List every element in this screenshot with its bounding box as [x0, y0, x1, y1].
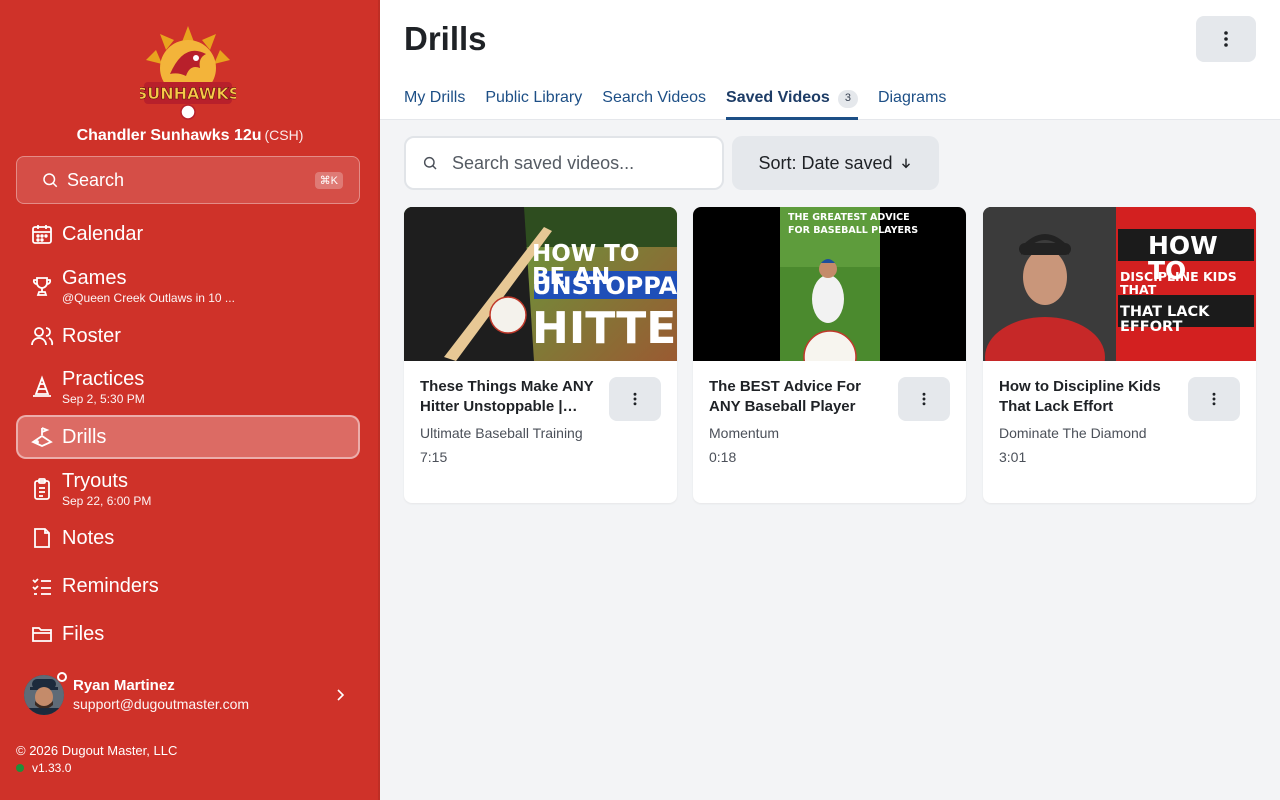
nav-label: Drills — [62, 426, 107, 448]
card-more-button[interactable] — [609, 377, 661, 421]
nav-label: Roster — [62, 325, 121, 347]
video-duration: 3:01 — [999, 449, 1027, 465]
trophy-icon — [32, 277, 52, 296]
nav-label: Tryouts — [62, 470, 128, 492]
video-thumbnail: THE GREATEST ADVICE FOR BASEBALL PLAYERS — [693, 207, 966, 361]
sort-label: Sort: Date saved — [758, 152, 893, 173]
drills-tabs: My Drills Public Library Search Videos S… — [404, 84, 966, 120]
card-more-button[interactable] — [1188, 377, 1240, 421]
version-label: v1.33.0 — [32, 761, 72, 775]
user-profile[interactable]: Ryan Martinez support@dugoutmaster.com — [16, 668, 360, 722]
video-thumbnail: HOW TO DISCIPLINE KIDS THAT THAT LACK EF… — [983, 207, 1256, 361]
user-email: support@dugoutmaster.com — [73, 696, 250, 712]
nav-label: Reminders — [62, 575, 159, 597]
tab-saved-videos[interactable]: Saved Videos 3 — [726, 84, 858, 120]
tab-public-library[interactable]: Public Library — [485, 84, 582, 120]
folder-icon — [32, 627, 52, 642]
tab-label: Search Videos — [602, 89, 707, 106]
search-input[interactable] — [452, 152, 692, 174]
sidebar-item-roster[interactable]: Roster — [16, 314, 360, 358]
video-channel: Dominate The Diamond — [999, 425, 1147, 441]
thumbnail-line: FOR BASEBALL PLAYERS — [788, 225, 919, 236]
more-vertical-icon — [922, 392, 926, 406]
team-name-label: Chandler Sunhawks 12u — [76, 127, 262, 144]
sidebar-item-tryouts[interactable]: Tryouts Sep 22, 6:00 PM — [16, 465, 360, 513]
sidebar: SUNHAWKS Chandler Sunhawks 12u (CSH) Sear… — [0, 0, 380, 800]
tab-label: My Drills — [404, 89, 466, 106]
tab-label: Saved Videos — [726, 89, 830, 106]
video-duration: 7:15 — [420, 449, 448, 465]
tab-search-videos[interactable]: Search Videos — [602, 84, 706, 120]
page-header: Drills My Drills Public Library Search V… — [380, 0, 1280, 120]
calendar-icon — [32, 225, 52, 244]
nav-label: Games — [62, 267, 127, 289]
checklist-icon — [32, 578, 51, 595]
video-channel: Ultimate Baseball Training — [420, 425, 583, 441]
sidebar-search-label: Search — [67, 169, 125, 190]
sidebar-item-notes[interactable]: Notes — [16, 516, 360, 560]
team-logo[interactable]: SUNHAWKS — [135, 24, 241, 120]
sidebar-item-reminders[interactable]: Reminders — [16, 564, 360, 608]
thumbnail-line: HITTER — [532, 303, 677, 354]
sort-button[interactable]: Sort: Date saved — [732, 136, 939, 190]
search-icon — [43, 173, 58, 188]
more-vertical-icon — [1212, 392, 1216, 406]
tab-diagrams[interactable]: Diagrams — [878, 84, 946, 120]
clipboard-icon — [34, 478, 50, 500]
video-channel: Momentum — [709, 425, 780, 441]
thumbnail-line: THE GREATEST ADVICE — [788, 212, 910, 223]
more-vertical-icon — [633, 392, 637, 406]
tab-my-drills[interactable]: My Drills — [404, 84, 465, 120]
nav-label: Calendar — [62, 223, 144, 245]
sidebar-search[interactable]: Search ⌘K — [16, 156, 360, 204]
video-card[interactable]: THE GREATEST ADVICE FOR BASEBALL PLAYERS… — [693, 207, 966, 503]
tab-label: Diagrams — [877, 89, 947, 106]
sidebar-item-calendar[interactable]: Calendar — [16, 212, 360, 256]
search-icon — [423, 156, 437, 170]
thumbnail-line: UNSTOPPABLE — [532, 272, 677, 300]
drills-icon — [31, 427, 53, 447]
video-thumbnail: HOW TO BE AN UNSTOPPABLE HITTER — [404, 207, 677, 361]
page-title: Drills — [404, 20, 487, 57]
sidebar-item-games[interactable]: Games @Queen Creek Outlaws in 10 ... — [16, 262, 360, 310]
note-icon — [34, 528, 50, 548]
video-title: The BEST Advice For ANY Baseball Player — [709, 378, 861, 415]
user-name: Ryan Martinez — [73, 677, 175, 694]
video-title: These Things Make ANY Hitter Unstoppable… — [420, 378, 594, 415]
thumbnail-line: THAT LACK EFFORT — [1120, 304, 1210, 335]
avatar — [24, 672, 67, 718]
video-card[interactable]: HOW TO BE AN UNSTOPPABLE HITTER These Th… — [404, 207, 677, 503]
card-more-button[interactable] — [898, 377, 950, 421]
nav-label: Notes — [62, 527, 115, 549]
more-options-button[interactable] — [1196, 16, 1256, 62]
video-title: How to Discipline Kids That Lack Effort — [999, 378, 1161, 415]
sidebar-item-practices[interactable]: Practices Sep 2, 5:30 PM — [16, 363, 360, 411]
nav-sublabel: @Queen Creek Outlaws in 10 ... — [62, 291, 235, 305]
nav-sublabel: Sep 22, 6:00 PM — [62, 494, 152, 508]
nav-label: Files — [62, 623, 105, 645]
copyright: © 2026 Dugout Master, LLC — [16, 743, 178, 758]
shortcut-badge: ⌘K — [314, 171, 343, 189]
more-vertical-icon — [1224, 31, 1228, 47]
chevron-right-icon — [337, 689, 345, 701]
users-icon — [31, 327, 54, 346]
count-badge: 3 — [837, 90, 858, 108]
video-card[interactable]: HOW TO DISCIPLINE KIDS THAT THAT LACK EF… — [983, 207, 1256, 503]
cone-icon — [33, 375, 51, 397]
team-abbr: (CSH) — [264, 127, 304, 143]
logo-text: SUNHAWKS — [140, 84, 236, 103]
sidebar-item-drills[interactable]: Drills — [16, 415, 360, 459]
team-name: Chandler Sunhawks 12u (CSH) — [0, 127, 380, 145]
version-info: v1.33.0 — [16, 761, 71, 775]
nav-sublabel: Sep 2, 5:30 PM — [62, 392, 145, 406]
status-dot — [16, 764, 24, 772]
tab-label: Public Library — [485, 89, 583, 106]
arrow-down-icon — [901, 158, 910, 169]
nav-label: Practices — [62, 368, 145, 390]
notification-dot — [57, 672, 67, 682]
video-duration: 0:18 — [709, 449, 737, 465]
thumbnail-line: DISCIPLINE KIDS THAT — [1120, 269, 1237, 297]
saved-videos-search[interactable] — [404, 136, 724, 190]
sidebar-item-files[interactable]: Files — [16, 612, 360, 656]
